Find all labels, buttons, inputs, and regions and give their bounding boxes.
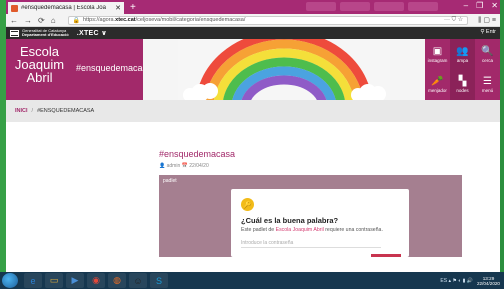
- browser-window: #ensquedemacasa | Escola Joa ✕ + – ❐ ✕ ←…: [6, 0, 500, 272]
- skype-icon[interactable]: S: [150, 273, 168, 288]
- carrot-icon: 🥕: [431, 76, 444, 88]
- menu-icon: ☰: [483, 76, 492, 88]
- breadcrumb-separator: /: [31, 108, 34, 114]
- forward-button[interactable]: →: [24, 16, 32, 25]
- gencat-logo-icon: [10, 29, 19, 37]
- background-tab[interactable]: [374, 2, 404, 11]
- grid-label: nodes: [456, 88, 469, 94]
- breadcrumb-current: #ENSQUEDEMACASA: [37, 108, 95, 114]
- start-button[interactable]: [2, 273, 18, 288]
- address-bar[interactable]: 🔒 https://agora.xtec.cat/celjoseva/mobil…: [67, 15, 469, 25]
- app-icon[interactable]: ☺: [129, 273, 147, 288]
- lock-icon: 🔒: [72, 17, 81, 24]
- user-icon: 👤: [159, 163, 166, 169]
- new-tab-button[interactable]: +: [130, 2, 136, 14]
- padlet-embed: padlet 🔑 ¿Cuál es la buena palabra? Este…: [159, 175, 462, 257]
- login-link[interactable]: ⚲ Entr: [480, 29, 496, 35]
- instagram-button[interactable]: ▣ instagram: [425, 39, 450, 70]
- post-meta: 👤 admin 📅 22/04/20: [159, 163, 209, 169]
- group-icon: 👥: [456, 45, 469, 57]
- grid-label: cerca: [481, 57, 493, 63]
- navigation-bar: ← → ⟳ ⌂ 🔒 https://agora.xtec.cat/celjose…: [6, 14, 500, 27]
- school-link[interactable]: Escola Joaquim Abril: [276, 227, 324, 233]
- background-tab[interactable]: [408, 2, 438, 11]
- grid-label: instagram: [427, 57, 448, 63]
- background-tab[interactable]: [306, 2, 336, 11]
- back-button[interactable]: ←: [10, 16, 18, 25]
- media-icon[interactable]: ▶: [66, 273, 84, 288]
- dialog-message: Este padlet de Escola Joaquim Abril requ…: [241, 227, 383, 233]
- firefox-icon[interactable]: ◍: [108, 273, 126, 288]
- xtec-bar: Generalitat de Catalunya Departament d'E…: [6, 27, 500, 39]
- browser-tab-active[interactable]: #ensquedemacasa | Escola Joa ✕: [8, 2, 124, 14]
- explorer-icon[interactable]: ▭: [45, 273, 63, 288]
- post-title[interactable]: #ensquedemacasa: [159, 149, 235, 159]
- background-tab[interactable]: [340, 2, 370, 11]
- school-name[interactable]: Escola Joaquim Abril: [6, 39, 73, 100]
- breadcrumb-home[interactable]: INICI: [15, 108, 28, 114]
- menu-button[interactable]: ☰ menú: [475, 69, 500, 100]
- nodes-button[interactable]: ▚ nodes: [450, 69, 475, 100]
- nodes-icon: ▚: [458, 76, 467, 88]
- main-content: #ensquedemacasa 👤 admin 📅 22/04/20 padle…: [6, 122, 500, 257]
- window-controls: – ❐ ✕: [464, 1, 498, 10]
- tray-icons[interactable]: ES ▴ ⚑ ◐ ▮ 🔊: [440, 278, 473, 284]
- system-tray: ES ▴ ⚑ ◐ ▮ 🔊 13:29 22/04/2020: [440, 276, 504, 286]
- post-date: 22/04/20: [189, 163, 209, 169]
- rainbow-illustration: [178, 39, 390, 100]
- dialog-title: ¿Cuál es la buena palabra?: [241, 216, 339, 225]
- home-button[interactable]: ⌂: [51, 16, 56, 25]
- submit-button[interactable]: [371, 254, 401, 257]
- clock-date: 22/04/2020: [477, 280, 500, 286]
- post-author[interactable]: admin: [167, 163, 181, 169]
- ie-icon[interactable]: e: [24, 273, 42, 288]
- gencat-label: Generalitat de Catalunya Departament d'E…: [22, 27, 69, 37]
- url-text: https://agora.xtec.cat/celjoseva/mobil/c…: [83, 17, 246, 23]
- site-header: Escola Joaquim Abril #ensquedemacasa: [6, 39, 500, 100]
- header-menu-grid: ▣ instagram 👥 ampa 🔍 cerca 🥕 menjador ▚ …: [425, 39, 500, 100]
- tab-title: #ensquedemacasa | Escola Joa: [21, 5, 106, 11]
- breadcrumb: INICI / #ENSQUEDEMACASA: [6, 100, 500, 122]
- menjador-button[interactable]: 🥕 menjador: [425, 69, 450, 100]
- close-tab-icon[interactable]: ✕: [115, 4, 121, 12]
- grid-label: ampa: [456, 57, 469, 63]
- search-button[interactable]: 🔍 cerca: [475, 39, 500, 70]
- maximize-button[interactable]: ❐: [476, 1, 483, 10]
- xtec-logo[interactable]: .XTEC ∨: [77, 29, 107, 37]
- key-icon: 🔑: [241, 198, 254, 211]
- password-input[interactable]: [241, 239, 381, 248]
- instagram-icon: ▣: [432, 45, 443, 57]
- toolbar-icons[interactable]: ⫼ ▢ ≡: [478, 16, 496, 25]
- desktop-edge-right: [500, 0, 504, 272]
- rainbow-banner: [143, 39, 425, 100]
- grid-label: menjador: [428, 88, 447, 94]
- grid-label: menú: [481, 88, 494, 94]
- search-icon: 🔍: [481, 45, 494, 57]
- password-dialog: 🔑 ¿Cuál es la buena palabra? Este padlet…: [231, 189, 409, 257]
- chrome-icon[interactable]: ◉: [87, 273, 105, 288]
- close-window-button[interactable]: ✕: [491, 1, 498, 10]
- favicon-icon: [11, 4, 18, 12]
- site-tagline: #ensquedemacasa: [73, 39, 143, 100]
- calendar-icon: 📅: [181, 163, 188, 169]
- ampa-button[interactable]: 👥 ampa: [450, 39, 475, 70]
- tab-strip: #ensquedemacasa | Escola Joa ✕ + – ❐ ✕: [6, 0, 500, 14]
- reload-button[interactable]: ⟳: [38, 16, 45, 25]
- clock[interactable]: 13:29 22/04/2020: [477, 276, 500, 286]
- minimize-button[interactable]: –: [464, 1, 468, 10]
- windows-taskbar: e ▭ ▶ ◉ ◍ ☺ S ES ▴ ⚑ ◐ ▮ 🔊 13:29 22/04/2…: [0, 272, 504, 289]
- padlet-label: padlet: [163, 178, 177, 184]
- page-actions[interactable]: ··· ⛉ ☆: [444, 16, 463, 24]
- background-tabs: [306, 2, 438, 11]
